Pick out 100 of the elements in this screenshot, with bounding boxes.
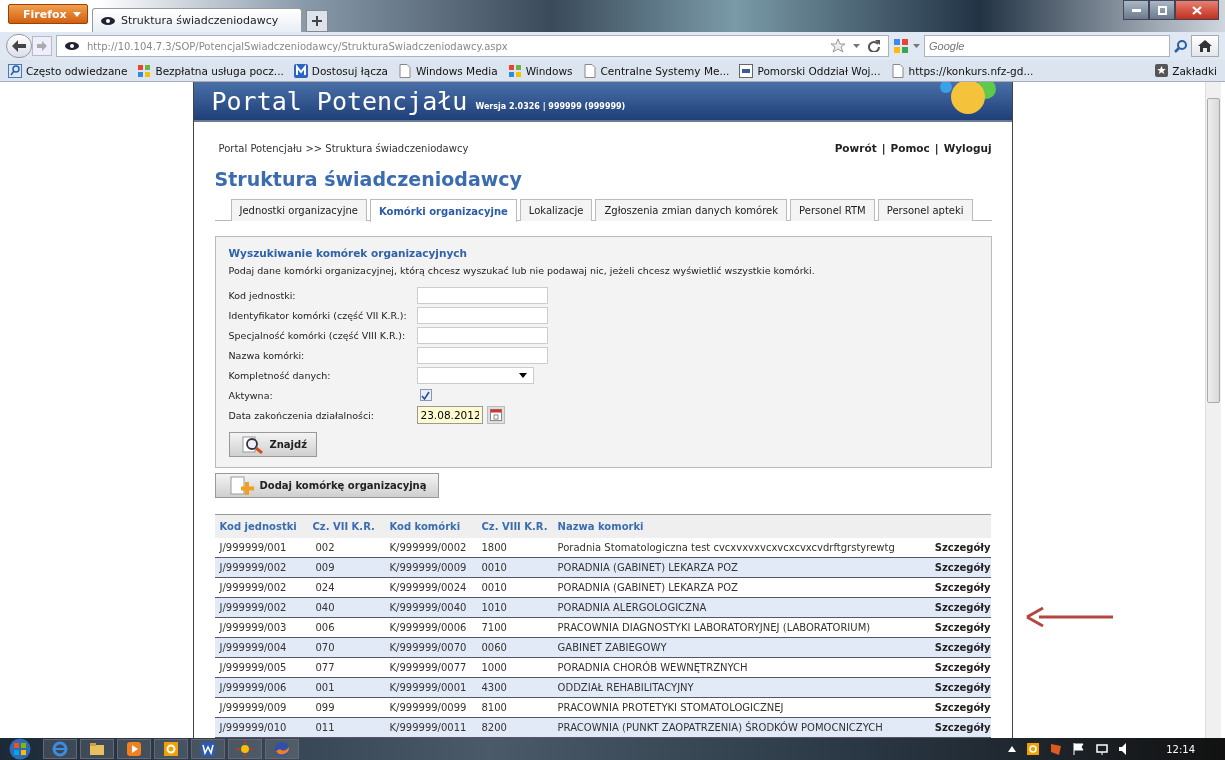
input-field[interactable]	[416, 346, 548, 364]
bookmark-link[interactable]: Windows Media	[397, 63, 498, 78]
up-arrow-icon[interactable]	[1008, 746, 1017, 752]
details-link[interactable]: Szczegóły	[934, 702, 991, 713]
taskbar-app-button[interactable]	[80, 739, 114, 759]
windows-logo-icon	[507, 63, 522, 78]
input-field[interactable]	[416, 306, 548, 324]
version-text: Wersja 2.0326 | 999999 (999999)	[475, 101, 626, 111]
network-icon[interactable]	[1096, 743, 1109, 755]
scrollbar[interactable]	[1205, 82, 1221, 738]
table-cell: J/999999/010	[214, 717, 308, 738]
calendar-button[interactable]	[486, 406, 505, 424]
table-cell: 002	[307, 537, 385, 558]
close-button[interactable]	[1175, 0, 1219, 20]
add-button[interactable]: Dodaj komórkę organizacyjną	[214, 473, 440, 498]
caret-icon	[518, 372, 527, 378]
input-field[interactable]	[416, 326, 548, 344]
checkbox[interactable]	[419, 389, 432, 401]
clock-time[interactable]: 12:14	[1166, 743, 1195, 755]
calendar-icon	[489, 409, 502, 421]
tab[interactable]: Jednostki organizacyjne	[230, 199, 367, 221]
column-header[interactable]: Kod komórki	[384, 514, 477, 538]
mail-app-icon[interactable]	[1027, 743, 1040, 755]
column-header[interactable]: Kod jednostki	[214, 514, 308, 538]
tab[interactable]: Personel RTM	[790, 199, 875, 221]
google-icon[interactable]	[893, 38, 909, 54]
column-header[interactable]: Nazwa komorki	[552, 514, 926, 538]
table-cell: J/999999/003	[214, 617, 308, 638]
bookmark-link[interactable]: Bezpłatna usługa pocz...	[137, 63, 284, 78]
table-cell: K/999999/0077	[384, 657, 477, 678]
tab[interactable]: Zgłoszenia zmian danych komórek	[595, 199, 788, 221]
reload-icon[interactable]	[868, 40, 880, 52]
bookmark-link[interactable]: https://konkurs.nfz-gd...	[890, 63, 1034, 78]
sun-icon	[237, 741, 253, 757]
table-cell: J/999999/004	[214, 637, 308, 658]
tab[interactable]: Komórki organizacyjne	[370, 199, 517, 222]
caret-icon[interactable]	[913, 44, 920, 48]
table-cell: PORADNIA (GABINET) LEKARZA POZ	[552, 577, 926, 598]
search-field[interactable]: Google	[924, 35, 1170, 57]
tab[interactable]: Lokalizacje	[519, 199, 593, 221]
flag-icon[interactable]	[1073, 743, 1086, 755]
nav-link[interactable]: Wyloguj	[943, 142, 992, 154]
details-link[interactable]: Szczegóły	[934, 582, 991, 593]
details-link[interactable]: Szczegóły	[934, 662, 991, 673]
input-field[interactable]	[416, 286, 548, 304]
browser-e-icon	[52, 741, 68, 757]
details-link[interactable]: Szczegóły	[934, 541, 991, 553]
document-app-icon	[200, 741, 216, 757]
eye-icon	[65, 42, 79, 50]
search-icon[interactable]	[1174, 39, 1187, 53]
nav-link[interactable]: Powrót	[834, 142, 877, 154]
table-cell: 8100	[476, 697, 553, 718]
table-cell: J/999999/006	[214, 677, 308, 698]
table-cell: J/999999/001	[214, 537, 308, 558]
home-button[interactable]	[1191, 35, 1219, 57]
restore-button[interactable]	[1149, 0, 1175, 20]
column-header[interactable]: Cz. VIII K.R.	[476, 514, 553, 538]
mail-app-icon	[163, 741, 179, 757]
star-icon[interactable]	[831, 39, 845, 53]
field-label: Identyfikator komórki (część VII K.R.):	[228, 309, 408, 321]
find-button[interactable]: Znajdź	[228, 432, 317, 457]
details-link[interactable]: Szczegóły	[934, 622, 991, 633]
breadcrumb: Portal Potencjału >> Struktura świadczeniodawcy	[218, 142, 469, 154]
table-cell: J/999999/005	[214, 657, 308, 678]
bookmark-link[interactable]: Centralne Systemy Me...	[582, 63, 730, 78]
table-cell: K/999999/0099	[384, 697, 477, 718]
minimize-icon	[1131, 8, 1141, 12]
bookmark-link[interactable]: Windows	[507, 63, 573, 78]
shield-icon[interactable]	[1050, 743, 1063, 755]
address-field[interactable]: http://10.104.7.3/SOP/PotencjalSwiadczeniodawcy/StrukturaSwiadczeniodawcy.aspx	[56, 35, 889, 57]
eye-icon	[101, 16, 115, 25]
field-label: Kompletność danych:	[228, 369, 332, 381]
magnifier-icon	[241, 435, 264, 454]
home-icon	[1198, 40, 1212, 52]
taskbar-app-button[interactable]	[117, 739, 151, 759]
media-player-icon	[126, 741, 142, 757]
tab[interactable]: Personel apteki	[877, 199, 973, 221]
taskbar-app-button[interactable]	[154, 739, 188, 759]
field-label: Nazwa komórki:	[228, 349, 306, 361]
star-icon	[1155, 64, 1169, 77]
back-button[interactable]	[6, 34, 32, 58]
column-header[interactable]: Cz. VII K.R.	[307, 514, 385, 538]
taskbar-app-button[interactable]	[191, 739, 225, 759]
nav-link[interactable]: Pomoc	[890, 142, 930, 154]
panel-title: Wyszukiwanie komórek organizacyjnych	[228, 247, 468, 259]
table-cell: J/999999/002	[214, 557, 308, 578]
minimize-button[interactable]	[1123, 0, 1149, 20]
windows-logo-icon	[9, 738, 31, 760]
taskbar-app-button[interactable]	[228, 739, 262, 759]
bookmarks-menu-button[interactable]: Zakładki	[1155, 64, 1217, 77]
bookmark-link[interactable]: Dostosuj łącza	[293, 63, 388, 78]
caret-icon[interactable]	[853, 44, 860, 48]
field-label: Data zakończenia działalności:	[228, 409, 376, 421]
new-tab-button[interactable]	[306, 10, 328, 32]
bookmark-link[interactable]: Często odwiedzane	[8, 63, 128, 78]
page-heading: Struktura świadczeniodawcy	[214, 168, 523, 190]
page-icon	[397, 63, 412, 78]
portal-title: Portal Potencjału	[211, 86, 468, 116]
browser-tab[interactable]: Struktura świadczeniodawcy	[92, 8, 302, 32]
bookmark-link[interactable]: Pomorski Oddział Woj...	[739, 63, 881, 78]
